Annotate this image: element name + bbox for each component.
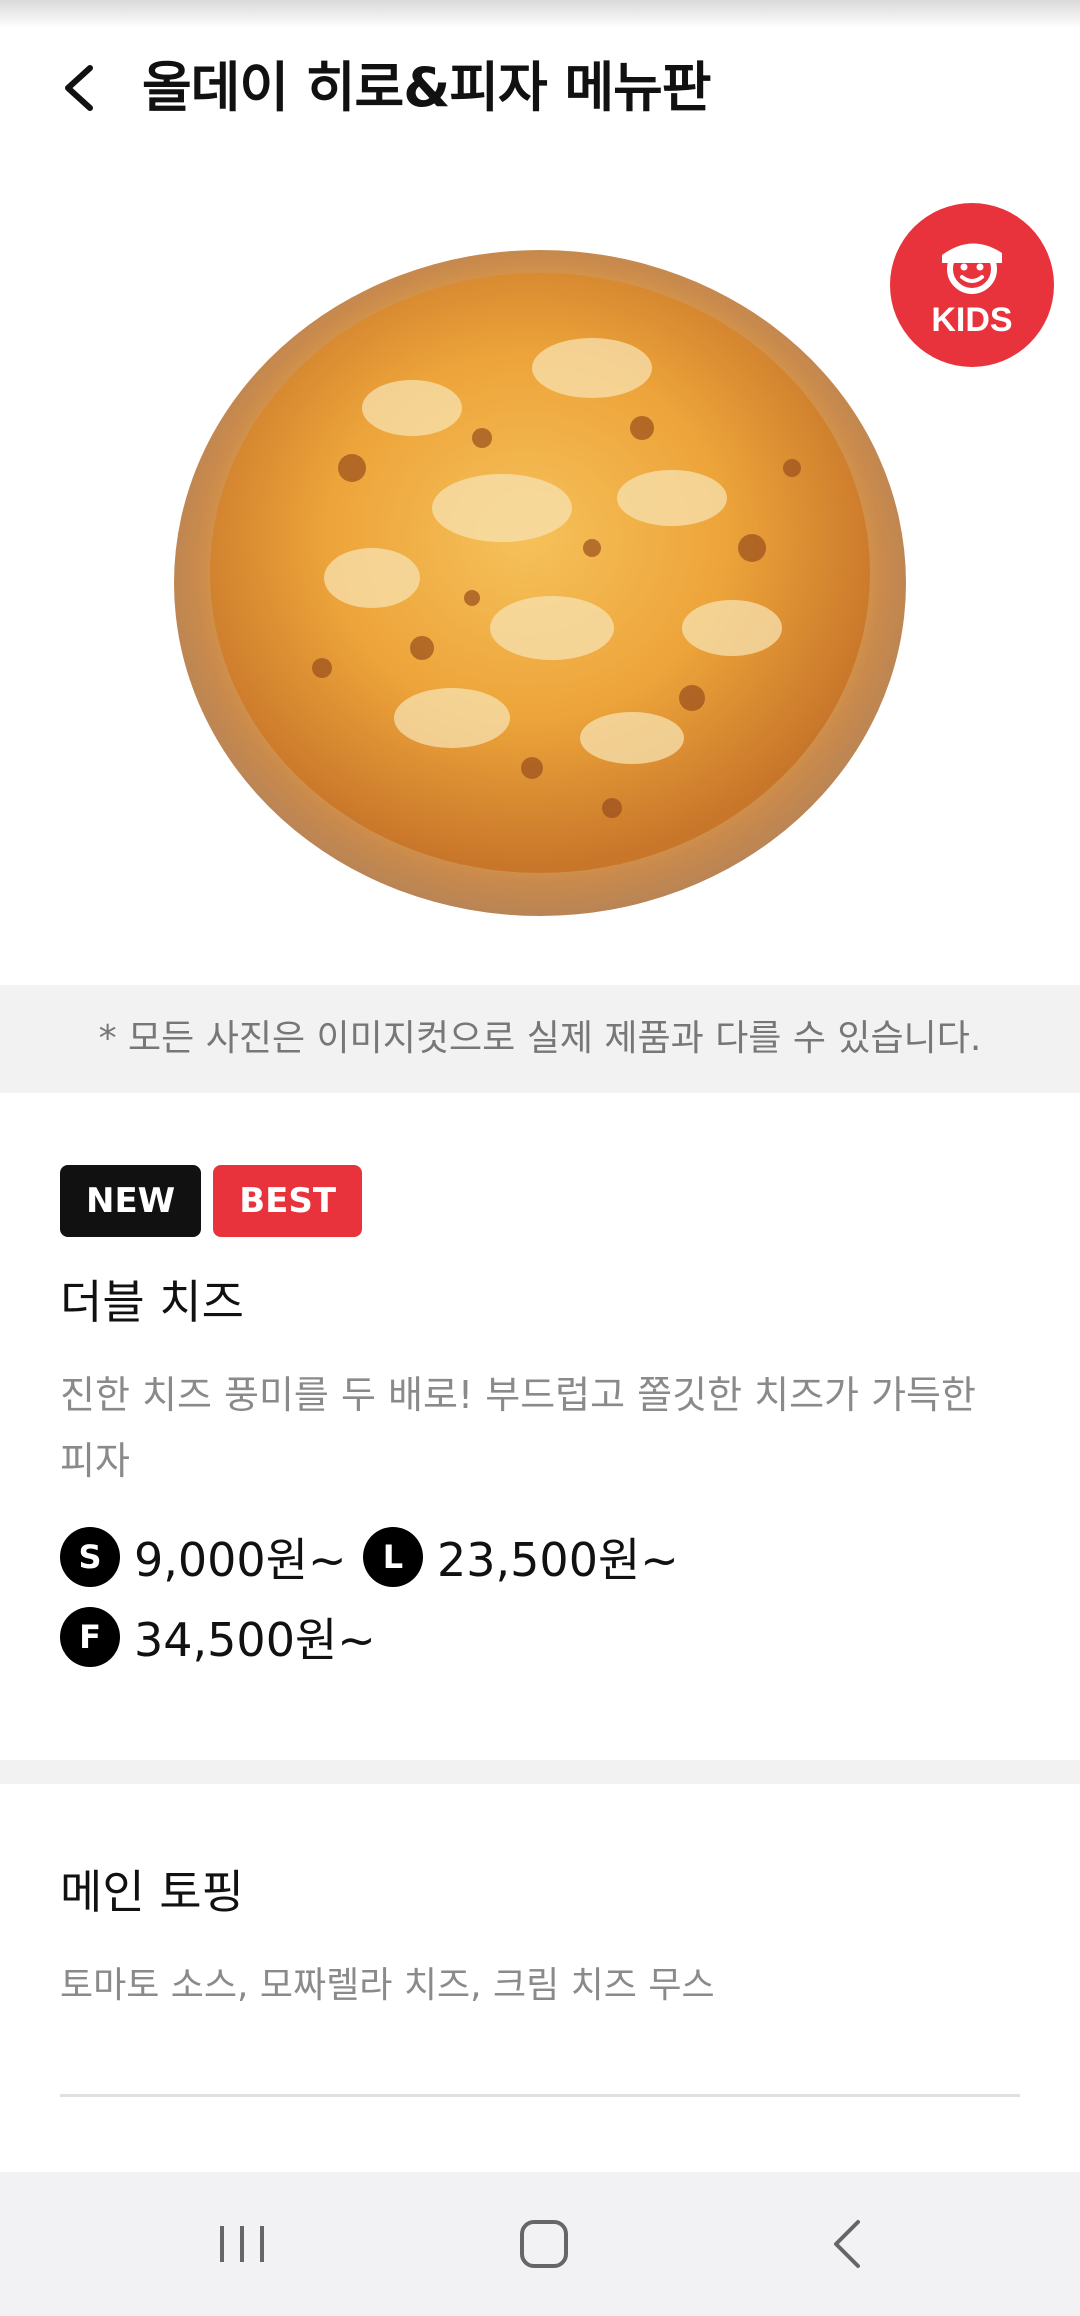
section-divider [0, 1760, 1080, 1784]
status-shadow [0, 0, 1080, 28]
price-small: S 9,000원~ [60, 1526, 347, 1588]
home-icon [520, 2220, 568, 2268]
app-header: 올데이 히로&피자 메뉴판 [0, 28, 1080, 148]
price-family-value: 34,500원~ [134, 1613, 376, 1667]
nav-back-button[interactable] [806, 2204, 886, 2284]
size-l-icon: L [363, 1527, 423, 1587]
kids-badge-icon: KIDS [890, 203, 1054, 367]
back-icon [834, 2220, 860, 2268]
best-badge: BEST [213, 1165, 363, 1237]
main-topping-title: 메인 토핑 [60, 1865, 244, 1919]
size-s-icon: S [60, 1527, 120, 1587]
system-nav-bar [0, 2172, 1080, 2316]
back-button[interactable] [52, 52, 112, 124]
product-name: 더블 치즈 [60, 1275, 244, 1329]
price-large: L 23,500원~ [363, 1526, 679, 1588]
size-f-icon: F [60, 1607, 120, 1667]
product-badges: NEW BEST [60, 1165, 363, 1237]
divider-line [60, 2094, 1020, 2097]
price-family: F 34,500원~ [60, 1606, 376, 1668]
recents-button[interactable] [202, 2204, 282, 2284]
price-small-value: 9,000원~ [134, 1533, 347, 1587]
new-badge: NEW [60, 1165, 202, 1237]
home-button[interactable] [504, 2204, 584, 2284]
image-disclaimer: * 모든 사진은 이미지컷으로 실제 제품과 다를 수 있습니다. [0, 985, 1080, 1093]
price-large-value: 23,500원~ [437, 1533, 679, 1587]
main-topping-list: 토마토 소스, 모짜렐라 치즈, 크림 치즈 무스 [60, 1965, 715, 2006]
kids-label: KIDS [931, 301, 1012, 339]
product-description: 진한 치즈 풍미를 두 배로! 부드럽고 쫄깃한 치즈가 가득한 피자 [60, 1373, 976, 1483]
pizza-image [174, 250, 906, 916]
chevron-left-icon [65, 65, 93, 111]
page-title: 올데이 히로&피자 메뉴판 [142, 56, 711, 119]
product-image-area: KIDS [0, 150, 1080, 985]
recents-icon [220, 2226, 264, 2262]
